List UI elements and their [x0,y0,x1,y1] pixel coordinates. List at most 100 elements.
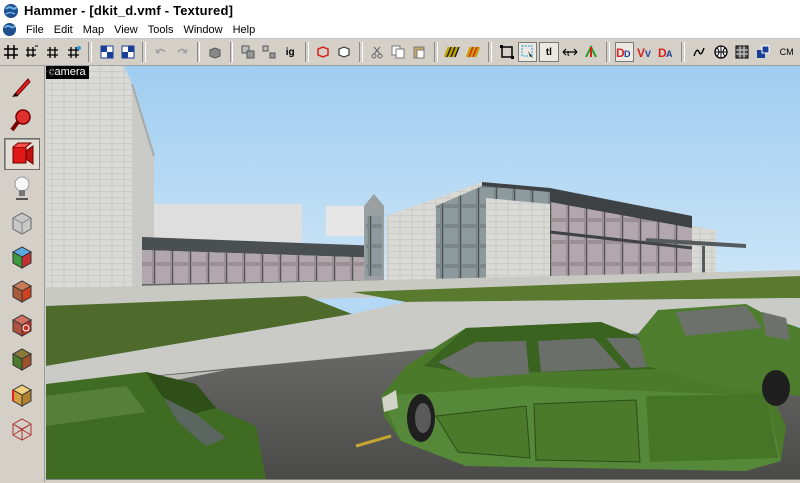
stripes-red-icon [465,46,480,58]
svg-text:D: D [624,49,631,59]
texture-cube-icon [11,246,33,269]
menu-edit[interactable]: Edit [49,24,78,36]
document-icon[interactable] [2,22,17,37]
window-state-icon [100,45,114,59]
toolbar-separator [304,42,309,62]
3d-grid-button[interactable] [64,42,83,62]
menu-view[interactable]: View [109,24,143,36]
title-bar[interactable]: Hammer - [dkit_d.vmf - Textured] [0,0,800,22]
texture-scaling-lock-button[interactable]: t [561,42,580,62]
wireframe-icon [12,418,32,441]
menu-tools[interactable]: Tools [143,24,179,36]
helper-display-icon: VV [637,46,651,59]
overlay-cube-icon [11,314,33,337]
copy-button[interactable] [389,42,408,62]
carve-button[interactable] [205,42,224,62]
tool-palette [0,66,45,482]
window-title: Hammer - [dkit_d.vmf - Textured] [24,3,234,18]
ungroup-button[interactable] [260,42,279,62]
toolbar-separator [196,42,201,62]
grid-smaller-icon [25,45,38,57]
toolbar-separator [605,42,610,62]
decal-cube-icon [11,280,33,303]
filter-icon [693,47,706,57]
entity-gizmo-button[interactable] [582,42,601,62]
selection-box-icon [499,45,514,59]
path-tool-button[interactable] [4,412,40,444]
main-toolbar: ig tl t D D V V D A CM [0,39,800,66]
menu-bar: File Edit Map View Tools Window Help [0,21,800,39]
show-icon [338,46,350,58]
menu-window[interactable]: Window [178,24,227,36]
model-display-icon: DD [616,46,631,59]
block-tool-button[interactable] [4,206,40,238]
overlay-grid-icon [735,45,749,59]
redo-button[interactable] [172,42,191,62]
group-icon [241,45,255,59]
cut-icon [371,46,383,59]
texture-lock-label: tl [545,46,552,58]
svg-text:V: V [637,46,645,59]
apply-overlay-tool-button[interactable] [4,308,40,340]
grid-smaller-button[interactable] [22,42,41,62]
display-models-button[interactable]: DD [614,42,634,62]
menu-map[interactable]: Map [78,24,109,36]
selection-arrow-icon [12,78,31,97]
entity-tool-button[interactable] [4,172,40,204]
paste-button[interactable] [410,42,429,62]
show-hidden-button[interactable] [335,42,354,62]
menu-help[interactable]: Help [228,24,261,36]
entity-gizmo-icon [585,45,598,58]
selection-box-button[interactable] [497,42,516,62]
camera-tool-button[interactable] [4,138,40,170]
vertex-tool-button[interactable] [4,378,40,410]
grid-larger-button[interactable] [43,42,62,62]
display-helpers-button[interactable]: VV [636,42,655,62]
magnify-tool-button[interactable] [4,104,40,136]
group-button[interactable] [238,42,257,62]
ignore-groups-button[interactable]: ig [281,42,300,62]
scene-render [46,66,800,479]
texture-lock-button[interactable]: tl [539,42,559,62]
toggle-3d-filter-button[interactable] [690,42,709,62]
camera-icon [12,142,34,165]
save-window-state-button[interactable] [118,42,137,62]
compile-map-button[interactable] [711,42,730,62]
globe-icon [713,45,728,59]
display-areas-button[interactable]: DA [657,42,676,62]
cut-button[interactable] [368,42,387,62]
toolbar-separator [434,42,438,62]
toolbar-separator [142,42,147,62]
toggle-texlock-stripes-button[interactable] [443,42,462,62]
toolbar-separator [680,42,685,62]
carve-icon [209,47,221,59]
magnify-icon [10,109,31,132]
cordon-icon [756,45,770,58]
load-window-state-button[interactable] [97,42,116,62]
camera-viewport[interactable]: camera [46,66,800,479]
clip-tool-button[interactable] [4,342,40,374]
lightbulb-icon [14,176,30,200]
grid-toggle-button[interactable] [1,42,20,62]
apply-decal-tool-button[interactable] [4,274,40,306]
undo-button[interactable] [151,42,170,62]
apply-texture-tool-button[interactable] [4,240,40,272]
select-pointer-icon [521,45,533,58]
stripes-icon [444,46,461,58]
svg-text:V: V [645,49,651,59]
hammer-app-icon [4,3,18,18]
copy-icon [391,45,405,59]
toggle-group-stripes-button[interactable] [464,42,483,62]
select-by-handle-button[interactable] [518,42,538,62]
toggle-grid-overlay-button[interactable] [732,42,751,62]
window-state-save-icon [121,45,135,59]
svg-text:A: A [666,49,673,59]
selection-tool-button[interactable] [4,70,40,102]
toggle-cordon-button[interactable] [753,42,772,62]
menu-file[interactable]: File [21,24,49,36]
toolbar-separator [229,42,234,62]
hide-selected-button[interactable] [314,42,333,62]
cordon-mode-button[interactable]: CM [774,42,799,62]
hide-icon [317,46,329,58]
3d-grid-icon [67,46,81,58]
